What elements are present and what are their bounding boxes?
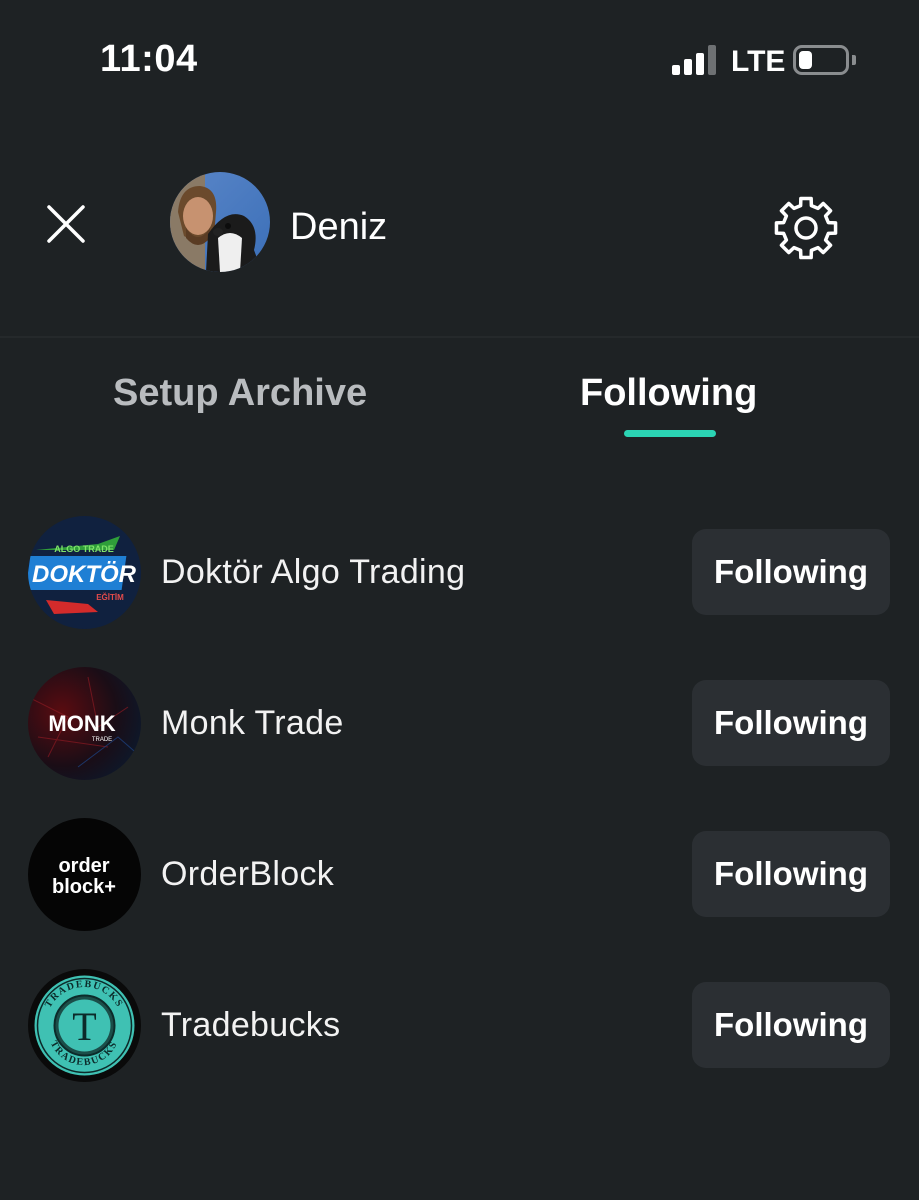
- battery-nub: [852, 55, 856, 65]
- close-icon: [47, 205, 85, 243]
- orderblock-logo-image: order block+: [28, 818, 141, 931]
- list-item[interactable]: TRADEBUCKS TRADEBUCKS T Tradebucks Follo…: [0, 951, 919, 1101]
- list-item[interactable]: ALGO TRADE DOKTÖR EĞİTİM Doktör Algo Tra…: [0, 498, 919, 648]
- status-bar: 11:04 LTE: [0, 0, 919, 120]
- creator-name[interactable]: Tradebucks: [161, 1006, 340, 1045]
- network-type: LTE: [731, 45, 786, 78]
- battery-icon: [793, 45, 849, 75]
- doktor-logo-image: ALGO TRADE DOKTÖR EĞİTİM: [28, 516, 141, 629]
- tradebucks-logo[interactable]: TRADEBUCKS TRADEBUCKS T: [28, 969, 141, 1082]
- following-button[interactable]: Following: [692, 982, 890, 1068]
- status-time: 11:04: [100, 38, 198, 80]
- creator-name[interactable]: OrderBlock: [161, 855, 334, 894]
- username[interactable]: Deniz: [290, 206, 387, 249]
- cellular-signal-icon: [672, 45, 716, 75]
- creator-name[interactable]: Monk Trade: [161, 704, 344, 743]
- close-button[interactable]: [40, 198, 92, 250]
- orderblock-logo-line1: order: [58, 855, 109, 877]
- gear-icon: [774, 196, 838, 260]
- tradebucks-logo-letter: T: [72, 1004, 96, 1049]
- doktor-logo-top: ALGO TRADE: [54, 544, 114, 554]
- tab-following[interactable]: Following: [580, 372, 757, 415]
- following-button[interactable]: Following: [692, 680, 890, 766]
- doktor-logo-main: DOKTÖR: [32, 561, 137, 588]
- monk-trade-logo[interactable]: MONK TRADE: [28, 667, 141, 780]
- settings-button[interactable]: [770, 192, 842, 264]
- list-item[interactable]: order block+ OrderBlock Following: [0, 800, 919, 950]
- header-divider: [0, 336, 919, 338]
- tab-setup-archive[interactable]: Setup Archive: [113, 372, 367, 415]
- monk-logo-main: MONK: [48, 711, 115, 736]
- orderblock-logo-line2: block+: [52, 876, 116, 898]
- following-button[interactable]: Following: [692, 529, 890, 615]
- monk-logo-sub: TRADE: [92, 737, 112, 743]
- user-avatar[interactable]: [170, 172, 270, 272]
- doktor-algo-logo[interactable]: ALGO TRADE DOKTÖR EĞİTİM: [28, 516, 141, 629]
- doktor-logo-bottom: EĞİTİM: [96, 593, 124, 602]
- creator-name[interactable]: Doktör Algo Trading: [161, 553, 465, 592]
- tradebucks-logo-image: TRADEBUCKS TRADEBUCKS T: [28, 969, 141, 1082]
- avatar-photo: [170, 172, 270, 272]
- orderblock-logo[interactable]: order block+: [28, 818, 141, 931]
- list-item[interactable]: MONK TRADE Monk Trade Following: [0, 649, 919, 799]
- profile-header: Deniz: [0, 140, 919, 336]
- following-button[interactable]: Following: [692, 831, 890, 917]
- active-tab-indicator: [624, 430, 716, 437]
- monk-logo-image: MONK TRADE: [28, 667, 141, 780]
